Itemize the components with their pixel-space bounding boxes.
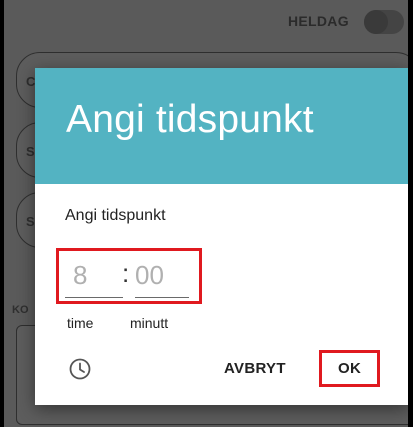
- hour-value: 8: [73, 260, 88, 290]
- minute-underline: [135, 297, 189, 298]
- allday-toggle: [364, 10, 404, 34]
- time-picker-dialog: Angi tidspunkt Angi tidspunkt 8 : 00 tim…: [35, 68, 408, 405]
- minute-value: 00: [135, 260, 164, 290]
- minute-input[interactable]: 00: [135, 256, 189, 298]
- hour-input[interactable]: 8: [65, 256, 123, 298]
- hour-underline: [65, 297, 123, 298]
- dialog-prompt: Angi tidspunkt: [65, 207, 166, 224]
- clock-icon[interactable]: [69, 358, 91, 380]
- background-field-letter: C: [26, 74, 36, 89]
- time-separator: :: [122, 258, 130, 288]
- device-frame: HELDAG C S S KO A Angi tidspunkt Angi ti…: [0, 0, 413, 427]
- allday-label: HELDAG: [288, 13, 349, 29]
- screen: HELDAG C S S KO A Angi tidspunkt Angi ti…: [4, 0, 408, 427]
- cancel-button[interactable]: AVBRYT: [224, 360, 286, 377]
- dialog-header: Angi tidspunkt: [35, 68, 408, 184]
- minute-label: minutt: [130, 315, 169, 331]
- background-field-letter: S: [26, 214, 35, 229]
- ok-button[interactable]: OK: [338, 360, 361, 377]
- background-field-letter: KO: [12, 304, 29, 316]
- background-field-letter: S: [26, 144, 35, 159]
- dialog-title: Angi tidspunkt: [66, 98, 314, 141]
- hour-label: time: [67, 315, 94, 331]
- toggle-knob: [364, 10, 388, 34]
